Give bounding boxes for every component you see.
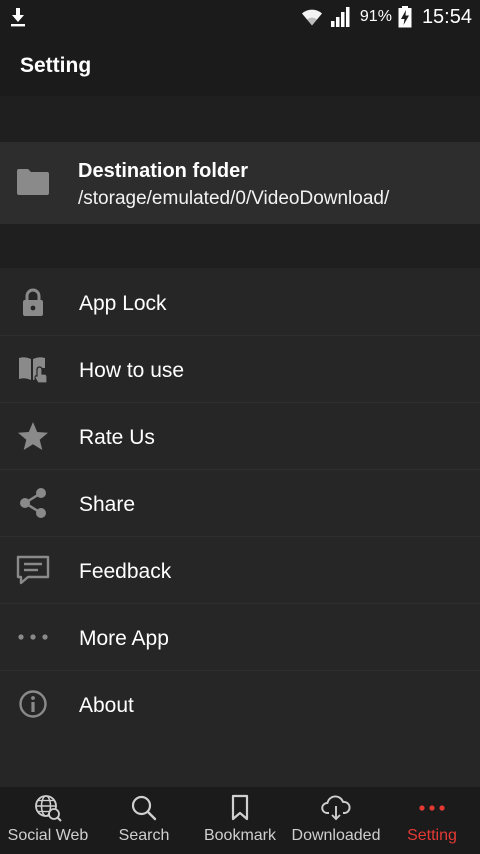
bottom-navigation: Social Web Search Bookmark Downloaded Se… — [0, 787, 480, 854]
menu-item-label: How to use — [79, 359, 185, 382]
nav-search[interactable]: Search — [96, 787, 192, 854]
bookmark-icon — [192, 794, 288, 822]
star-icon — [16, 420, 50, 452]
battery-charging-icon — [398, 6, 412, 28]
menu-item-label: About — [79, 694, 134, 717]
section-spacer — [0, 224, 480, 268]
lock-icon — [16, 286, 50, 318]
nav-label: Social Web — [7, 827, 89, 844]
nav-social-web[interactable]: Social Web — [0, 787, 96, 854]
nav-label: Search — [118, 827, 170, 844]
nav-label: Bookmark — [203, 827, 277, 844]
nav-downloaded[interactable]: Downloaded — [288, 787, 384, 854]
more-dots-icon — [16, 621, 50, 653]
nav-setting[interactable]: Setting — [384, 787, 480, 854]
status-time: 15:54 — [421, 5, 472, 28]
menu-item-feedback[interactable]: Feedback — [0, 537, 480, 604]
destination-folder-title: Destination folder — [78, 160, 249, 182]
menu-item-label: Rate Us — [79, 426, 155, 449]
search-icon — [96, 794, 192, 822]
wifi-icon — [301, 9, 322, 26]
menu-item-label: Share — [79, 493, 136, 516]
globe-search-icon — [0, 794, 96, 822]
cloud-download-icon — [288, 794, 384, 822]
download-notification-icon — [11, 8, 25, 27]
menu-item-app-lock[interactable]: App Lock — [0, 269, 480, 336]
destination-folder-path: /storage/emulated/0/VideoDownload/ — [78, 188, 390, 209]
nav-bookmark[interactable]: Bookmark — [192, 787, 288, 854]
nav-label: Setting — [407, 827, 457, 844]
folder-icon — [17, 169, 49, 195]
signal-icon — [330, 7, 350, 27]
menu-item-more-app[interactable]: More App — [0, 604, 480, 671]
destination-folder-row[interactable]: Destination folder /storage/emulated/0/V… — [0, 142, 480, 224]
more-dots-icon — [384, 794, 480, 822]
share-icon — [16, 487, 50, 519]
menu-item-label: App Lock — [79, 292, 167, 315]
feedback-icon — [16, 554, 50, 586]
menu-item-label: More App — [79, 627, 169, 650]
section-spacer — [0, 96, 480, 142]
book-icon — [16, 353, 50, 385]
status-bar: 91% 15:54 — [0, 0, 480, 34]
settings-menu: App Lock How to use Rate Us Share Feedba… — [0, 269, 480, 738]
app-bar: Setting — [0, 34, 480, 96]
menu-item-share[interactable]: Share — [0, 470, 480, 537]
info-icon — [16, 688, 50, 720]
menu-item-how-to-use[interactable]: How to use — [0, 336, 480, 403]
battery-percent: 91% — [359, 8, 392, 25]
nav-label: Downloaded — [291, 827, 381, 844]
menu-item-about[interactable]: About — [0, 671, 480, 738]
page-title: Setting — [20, 54, 92, 77]
menu-item-rate-us[interactable]: Rate Us — [0, 403, 480, 470]
menu-item-label: Feedback — [79, 560, 172, 583]
